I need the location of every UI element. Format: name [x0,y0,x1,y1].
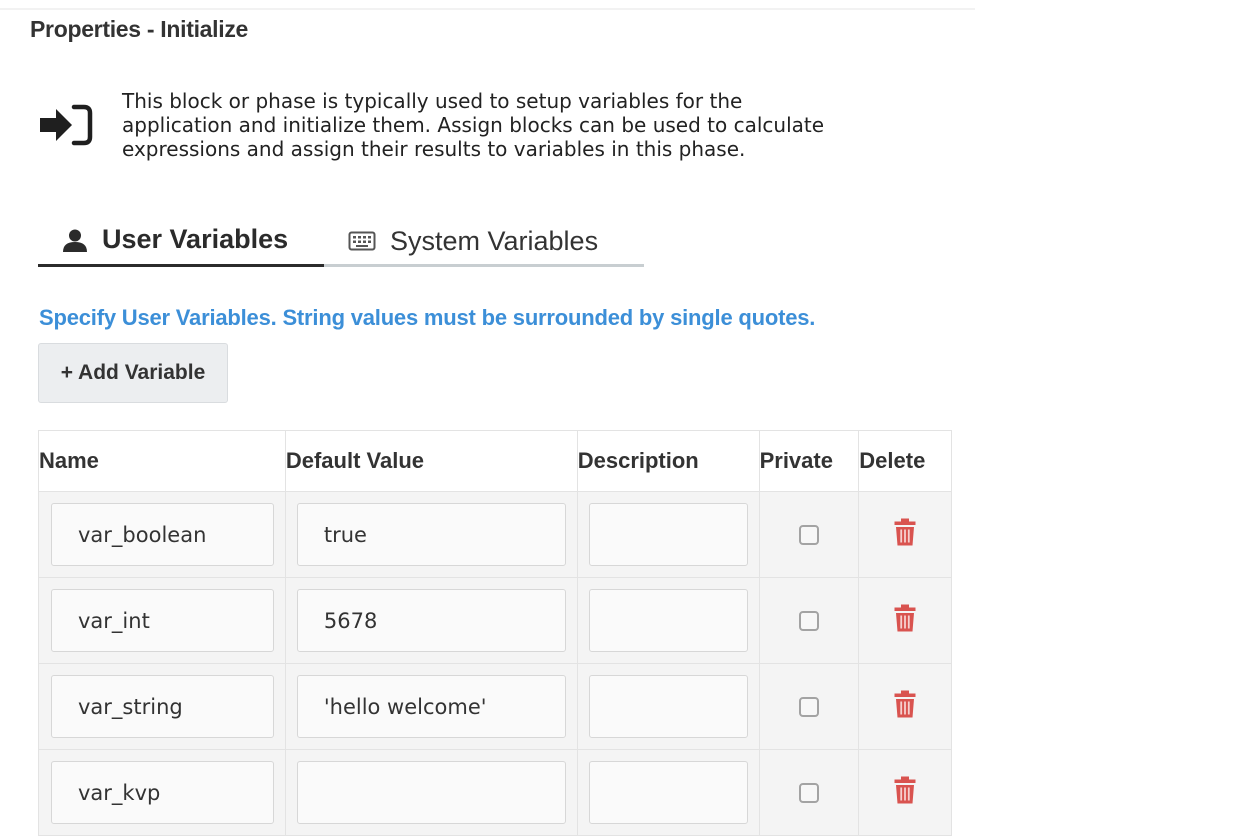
table-row: var_boolean true [38,491,952,578]
tab-system-variables[interactable]: System Variables [324,215,598,267]
sign-in-icon [38,101,94,149]
private-checkbox[interactable] [798,524,819,545]
column-header-default-value: Default Value [284,430,578,492]
add-variable-button[interactable]: + Add Variable [38,343,228,403]
column-header-delete: Delete [858,430,952,492]
private-checkbox[interactable] [798,610,819,631]
default-value-input[interactable]: 'hello welcome' [296,675,566,738]
user-variables-table: Name Default Value Description Private D… [38,430,952,836]
default-value-input[interactable] [296,761,566,824]
variable-name-input[interactable]: var_string [51,675,274,738]
tab-user-variables[interactable]: User Variables [38,215,324,267]
keyboard-icon [348,230,376,252]
user-variables-hint: Specify User Variables. String values mu… [39,305,816,330]
trash-icon[interactable] [894,518,916,551]
trash-icon[interactable] [894,776,916,809]
default-value-input[interactable]: true [296,503,566,566]
table-header-row: Name Default Value Description Private D… [38,430,952,492]
description-input[interactable] [588,761,748,824]
top-divider [0,8,975,10]
description-input[interactable] [588,589,748,652]
variable-tabs: User Variables System Variables [38,215,644,267]
variable-name-input[interactable]: var_kvp [51,761,274,824]
variable-name-input[interactable]: var_boolean [51,503,274,566]
trash-icon[interactable] [894,604,916,637]
page-title: Properties - Initialize [30,16,249,42]
table-row: var_kvp [38,749,952,836]
tab-label: User Variables [102,224,289,254]
column-header-name: Name [38,430,286,492]
trash-icon[interactable] [894,690,916,723]
variable-name-input[interactable]: var_int [51,589,274,652]
table-row: var_int 5678 [38,577,952,664]
table-row: var_string 'hello welcome' [38,663,952,750]
block-description: This block or phase is typically used to… [122,89,825,161]
description-input[interactable] [588,503,748,566]
column-header-private: Private [758,430,860,492]
private-checkbox[interactable] [798,782,819,803]
tab-label: System Variables [390,225,599,256]
default-value-input[interactable]: 5678 [296,589,566,652]
column-header-description: Description [576,430,760,492]
description-input[interactable] [588,675,748,738]
private-checkbox[interactable] [798,696,819,717]
user-icon [62,228,88,252]
